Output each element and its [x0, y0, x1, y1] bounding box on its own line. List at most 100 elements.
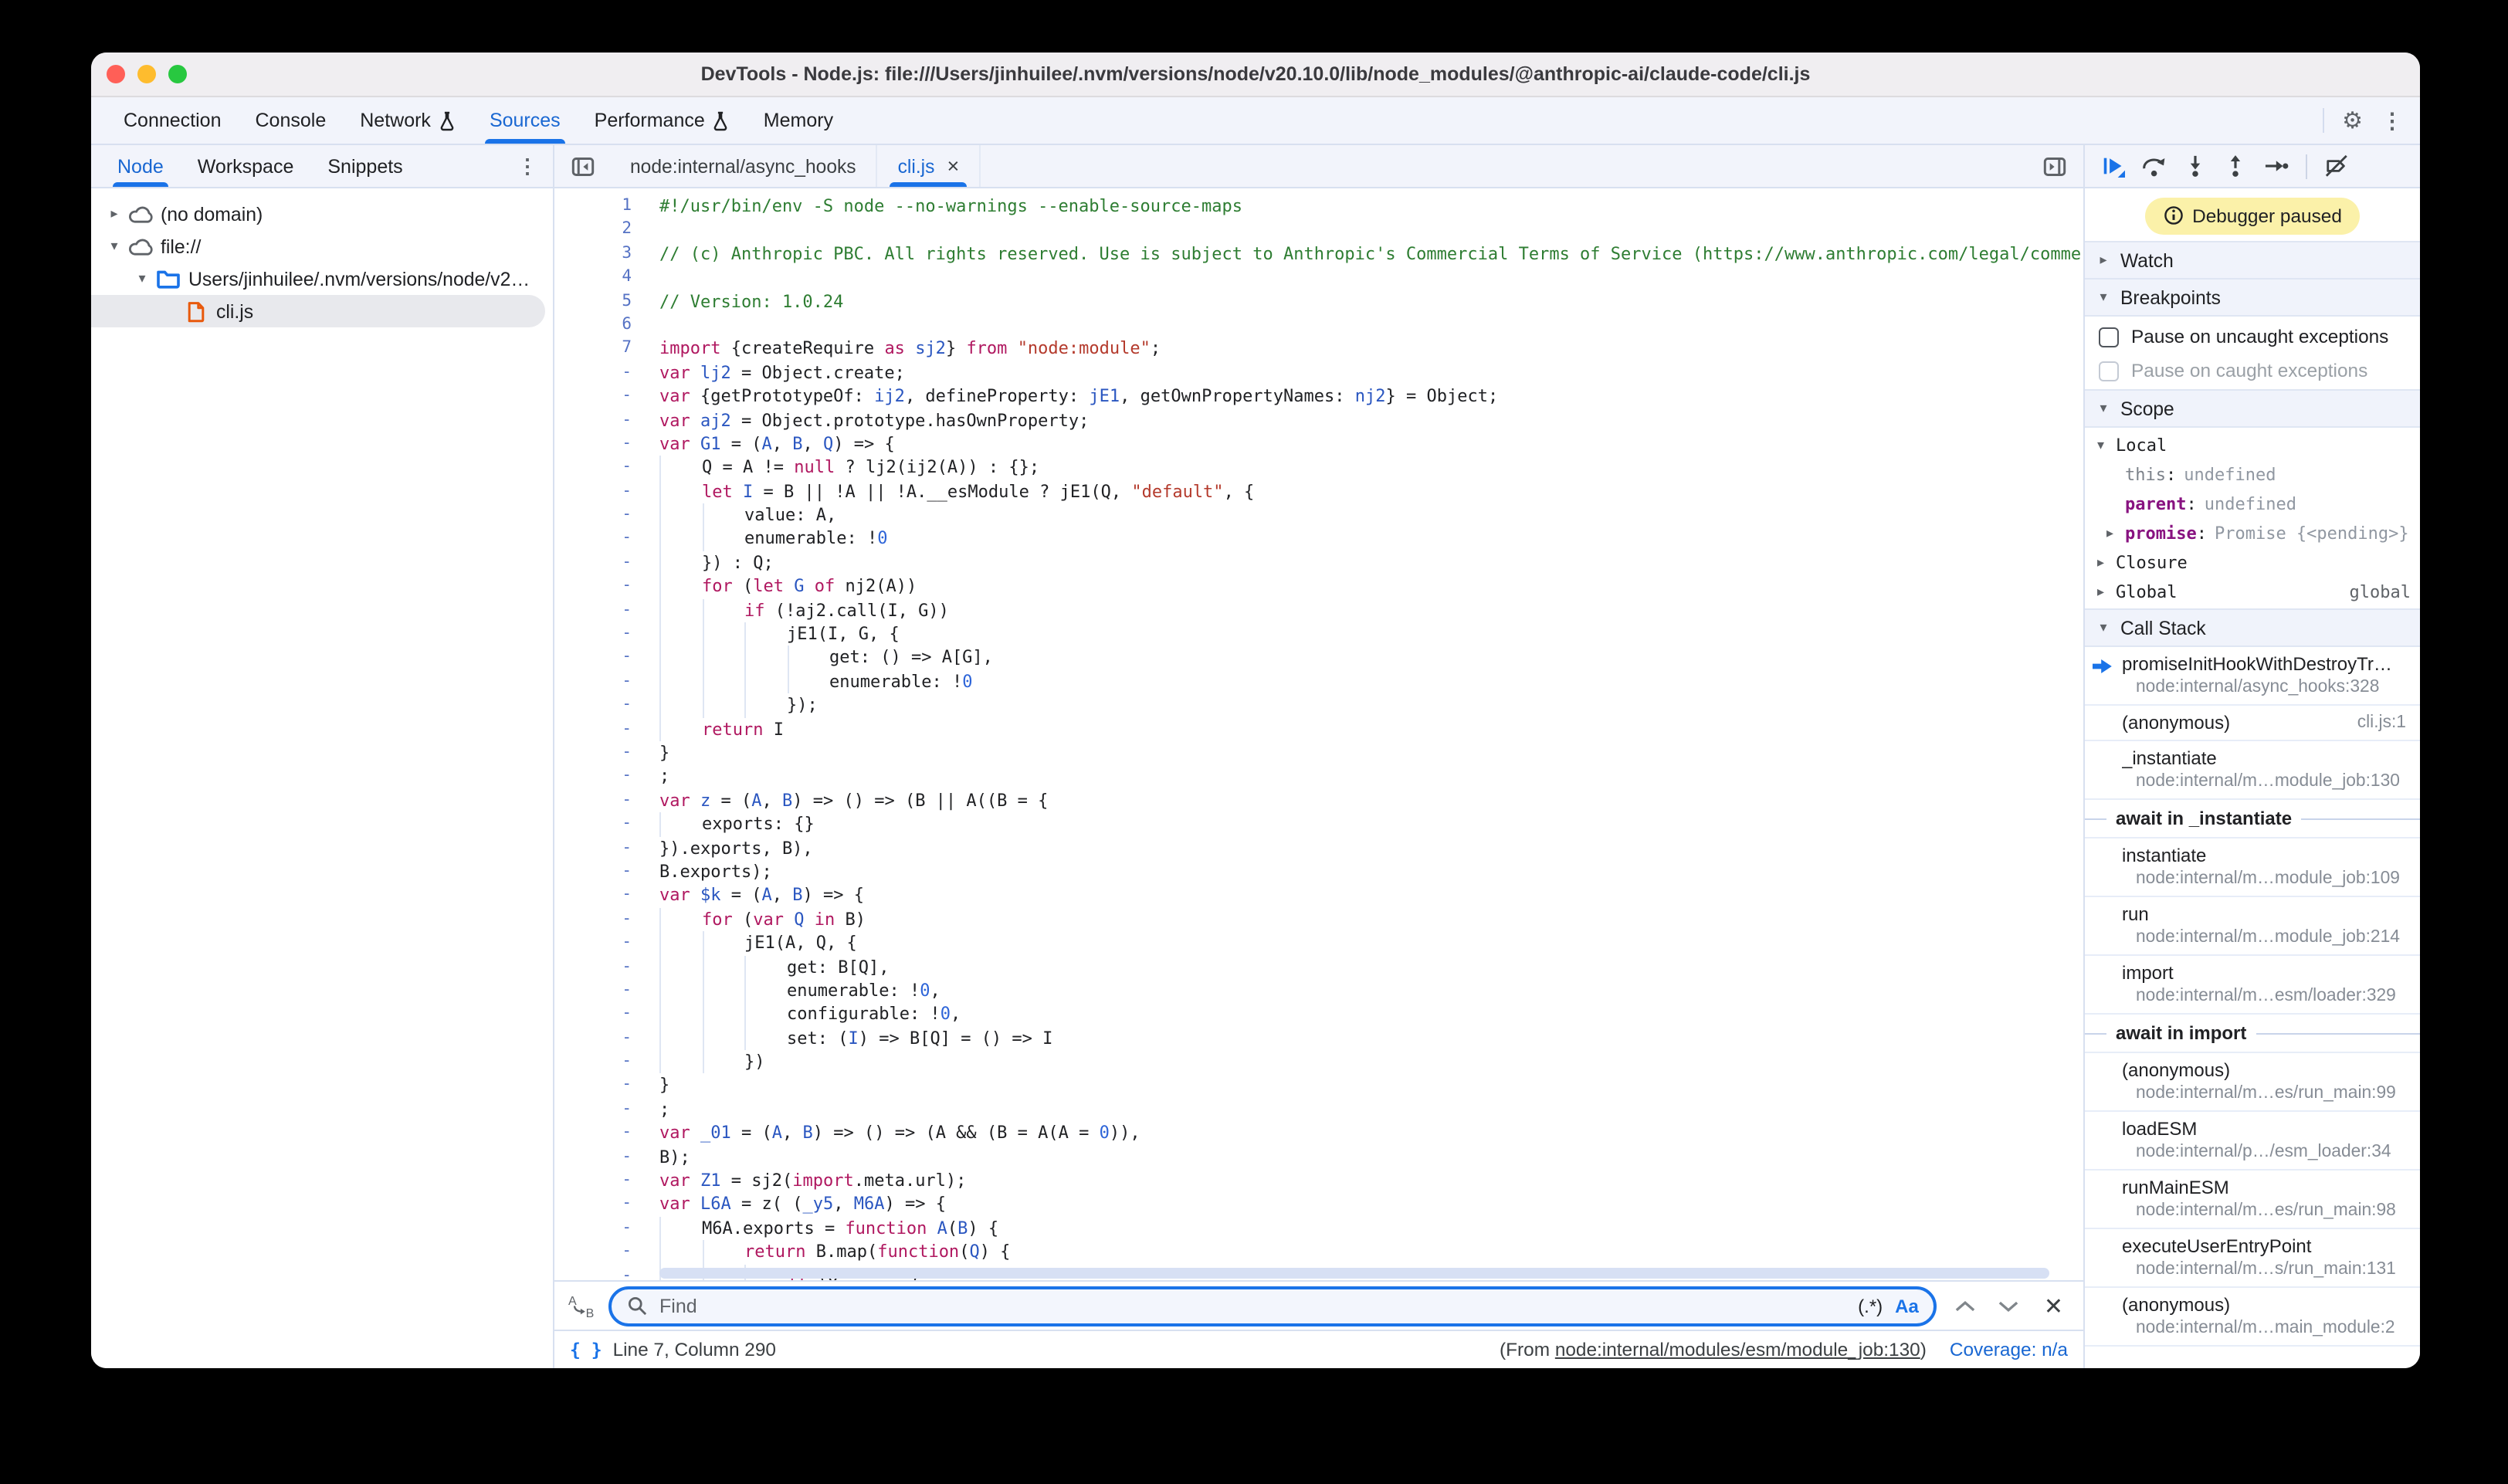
close-window-button[interactable] [107, 65, 125, 83]
code-line-content[interactable]: // Version: 1.0.24 [659, 290, 2083, 313]
code-line-content[interactable]: let I = B || !A || !A.__esModule ? jE1(Q… [659, 479, 2083, 503]
line-gutter[interactable]: - [554, 456, 632, 480]
code-line-content[interactable]: B.exports); [659, 860, 2083, 884]
scope-section-header[interactable]: ▾ Scope [2085, 389, 2420, 428]
line-gutter[interactable]: - [554, 979, 632, 1003]
watch-section-header[interactable]: ▸ Watch [2085, 241, 2420, 280]
line-gutter[interactable]: - [554, 741, 632, 765]
line-gutter[interactable]: - [554, 361, 632, 385]
code-line-content[interactable]: jE1(I, G, { [659, 622, 2083, 646]
code-line-content[interactable]: for (let G of nj2(A)) [659, 575, 2083, 599]
editor-tab-cli-js[interactable]: cli.js× [878, 145, 981, 187]
line-gutter[interactable]: 6 [554, 313, 632, 337]
tab-performance[interactable]: Performance [578, 97, 747, 144]
code-line-content[interactable]: for (var Q in B) [659, 907, 2083, 931]
call-stack-frame[interactable]: runMainESMnode:internal/m…es/run_main:98 [2085, 1171, 2420, 1229]
line-gutter[interactable]: - [554, 527, 632, 551]
scope-group-global[interactable]: ▸Globalglobal [2085, 578, 2420, 607]
line-gutter[interactable]: - [554, 789, 632, 813]
code-line-content[interactable]: ; [659, 1098, 2083, 1122]
line-gutter[interactable]: - [554, 479, 632, 503]
minimize-window-button[interactable] [137, 65, 156, 83]
call-stack-frame[interactable]: runnode:internal/m…module_job:214 [2085, 897, 2420, 956]
line-gutter[interactable]: - [554, 1264, 632, 1280]
line-gutter[interactable]: - [554, 1074, 632, 1098]
line-gutter[interactable]: - [554, 1240, 632, 1264]
line-gutter[interactable]: - [554, 551, 632, 575]
line-gutter[interactable]: - [554, 1145, 632, 1169]
line-gutter[interactable]: - [554, 931, 632, 955]
code-line-content[interactable]: var z = (A, B) => () => (B || A((B = { [659, 789, 2083, 813]
settings-gear-icon[interactable]: ⚙ [2342, 107, 2363, 134]
line-gutter[interactable]: 2 [554, 219, 632, 242]
tree-item-users-jinhuilee-nvm-versions-node-v2-[interactable]: ▾Users/jinhuilee/.nvm/versions/node/v2… [91, 263, 553, 295]
code-line-content[interactable] [659, 313, 2083, 337]
tab-network[interactable]: Network [343, 97, 473, 144]
code-line-content[interactable]: ; [659, 765, 2083, 789]
line-gutter[interactable]: - [554, 1169, 632, 1193]
line-gutter[interactable]: - [554, 432, 632, 456]
more-options-menu-icon[interactable]: ⋮ [2381, 107, 2405, 134]
checkbox[interactable] [2099, 361, 2119, 381]
line-gutter[interactable]: - [554, 385, 632, 408]
checkbox[interactable] [2099, 327, 2119, 347]
sidebar-tab-snippets[interactable]: Snippets [310, 145, 419, 187]
code-line-content[interactable]: }).exports, B), [659, 836, 2083, 860]
navigator-more-menu-icon[interactable]: ⋮ [517, 145, 553, 187]
code-line-content[interactable]: B); [659, 1145, 2083, 1169]
sidebar-tab-workspace[interactable]: Workspace [181, 145, 311, 187]
breakpoint-option-row[interactable]: Pause on uncaught exceptions [2085, 320, 2420, 354]
sidebar-tab-node[interactable]: Node [100, 145, 181, 187]
code-line-content[interactable]: set: (I) => B[Q] = () => I [659, 1026, 2083, 1050]
code-line-content[interactable]: if (!aj2.call(I, G)) [659, 598, 2083, 622]
close-tab-icon[interactable]: × [947, 154, 959, 178]
line-gutter[interactable]: 3 [554, 242, 632, 266]
step-into-button[interactable] [2184, 154, 2207, 178]
code-line-content[interactable]: return B.map(function(Q) { [659, 1240, 2083, 1264]
code-line-content[interactable]: return I [659, 717, 2083, 741]
tab-sources[interactable]: Sources [473, 97, 578, 144]
find-next-button[interactable] [1995, 1299, 2024, 1312]
code-line-content[interactable]: }); [659, 693, 2083, 717]
tree-item-file-[interactable]: ▾file:// [91, 230, 553, 263]
close-find-bar-button[interactable]: ✕ [2044, 1292, 2063, 1320]
fullscreen-window-button[interactable] [168, 65, 187, 83]
line-gutter[interactable]: - [554, 693, 632, 717]
code-line-content[interactable]: Q = A != null ? lj2(ij2(A)) : {}; [659, 456, 2083, 480]
open-in-panel-icon[interactable] [2043, 155, 2066, 177]
resume-script-button[interactable] [2102, 154, 2125, 178]
code-line-content[interactable]: configurable: !0, [659, 1003, 2083, 1027]
code-line-content[interactable] [659, 266, 2083, 290]
step-button[interactable] [2264, 154, 2289, 178]
code-line-content[interactable]: get: () => A[G], [659, 646, 2083, 670]
call-stack-frame[interactable]: loadESMnode:internal/p…/esm_loader:34 [2085, 1112, 2420, 1171]
call-stack-frame[interactable]: _instantiatenode:internal/m…module_job:1… [2085, 741, 2420, 800]
line-gutter[interactable]: - [554, 622, 632, 646]
source-map-link[interactable]: node:internal/modules/esm/module_job:130 [1555, 1339, 1920, 1360]
scope-property-parent[interactable]: parent:undefined [2085, 490, 2420, 519]
source-code-viewer[interactable]: 1#!/usr/bin/env -S node --no-warnings --… [554, 188, 2083, 1280]
horizontal-scrollbar-thumb[interactable] [659, 1268, 2049, 1279]
line-gutter[interactable]: - [554, 907, 632, 931]
code-line-content[interactable]: var L6A = z( (_y5, M6A) => { [659, 1193, 2083, 1217]
scope-group-local[interactable]: ▾Local [2085, 431, 2420, 460]
code-line-content[interactable]: var _01 = (A, B) => () => (A && (B = A(A… [659, 1121, 2083, 1145]
scope-property-this[interactable]: this:undefined [2085, 460, 2420, 490]
code-line-content[interactable]: get: B[Q], [659, 955, 2083, 979]
line-gutter[interactable]: - [554, 717, 632, 741]
code-line-content[interactable]: import {createRequire as sj2} from "node… [659, 337, 2083, 361]
code-line-content[interactable]: var Z1 = sj2(import.meta.url); [659, 1169, 2083, 1193]
match-case-toggle-button[interactable]: Aa [1895, 1295, 1919, 1316]
line-gutter[interactable]: - [554, 1003, 632, 1027]
line-gutter[interactable]: - [554, 1193, 632, 1217]
code-line-content[interactable]: // (c) Anthropic PBC. All rights reserve… [659, 242, 2083, 266]
line-gutter[interactable]: - [554, 503, 632, 527]
tree-item--no-domain-[interactable]: ▸(no domain) [91, 198, 553, 230]
line-gutter[interactable]: - [554, 670, 632, 694]
replace-toggle-icon[interactable]: AB [568, 1293, 595, 1318]
scope-property-promise[interactable]: ▸promise:Promise {<pending>} [2085, 519, 2420, 548]
call-stack-frame[interactable]: executeUserEntryPointnode:internal/m…s/r… [2085, 1229, 2420, 1288]
line-gutter[interactable]: - [554, 765, 632, 789]
line-gutter[interactable]: - [554, 836, 632, 860]
code-line-content[interactable]: } [659, 1074, 2083, 1098]
